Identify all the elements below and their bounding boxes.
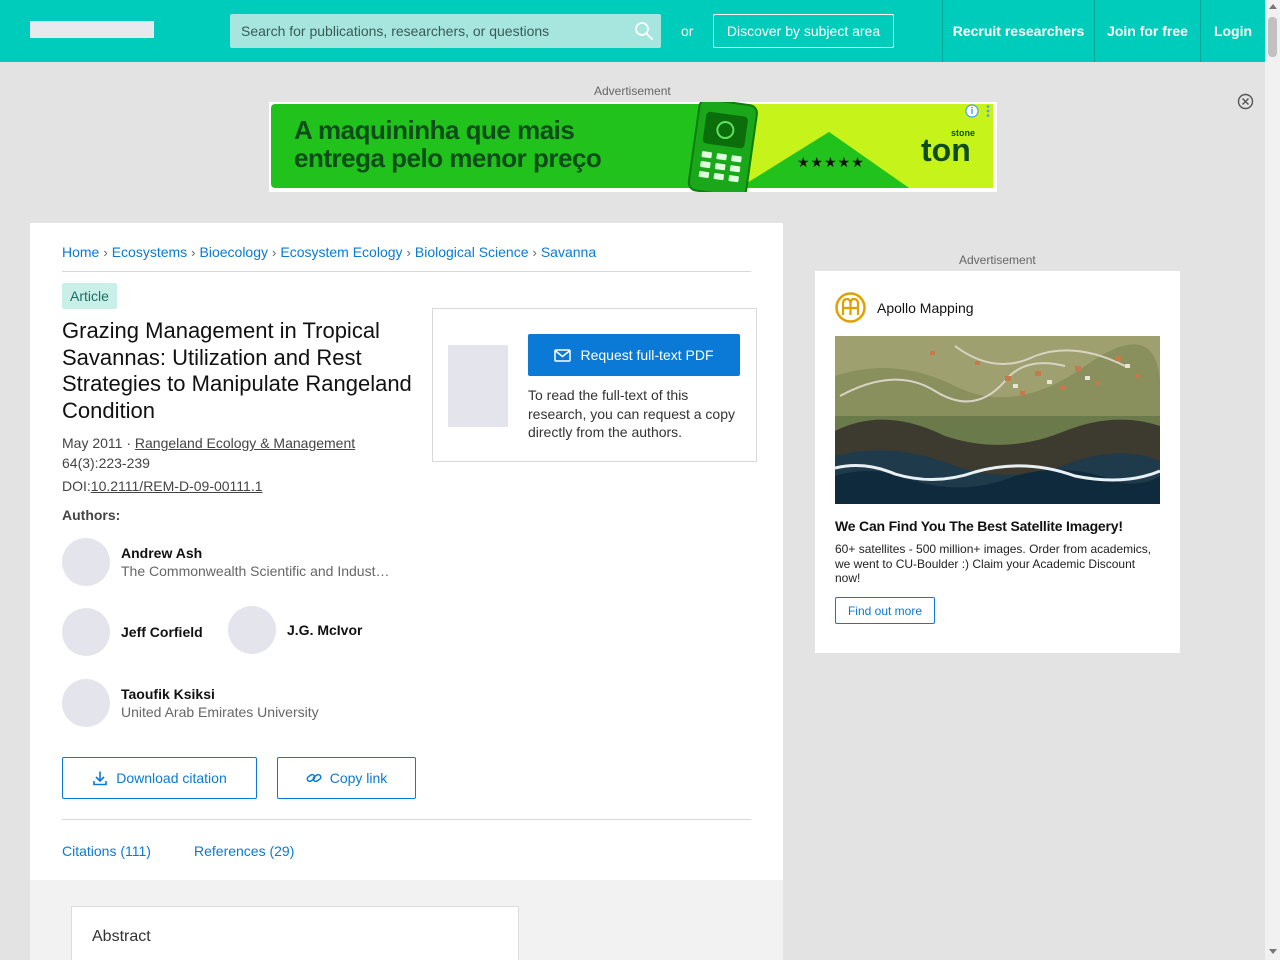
scroll-thumb[interactable] [1268,17,1277,57]
request-fulltext-label: Request full-text PDF [580,347,714,363]
publication-info: May 2011 · Rangeland Ecology & Managemen… [62,435,355,451]
top-navigation-bar: or Discover by subject area Recruit rese… [0,0,1265,62]
download-citation-label: Download citation [116,770,227,786]
breadcrumb-ecosystem-ecology[interactable]: Ecosystem Ecology [280,244,402,260]
close-ad-icon[interactable] [1237,93,1254,110]
article-title: Grazing Management in Tropical Savannas:… [62,318,412,423]
journal-link[interactable]: Rangeland Ecology & Management [135,435,355,451]
chevron-right-icon: › [532,244,537,260]
envelope-icon [554,348,572,362]
top-banner-ad[interactable]: A maquininha que mais entrega pelo menor… [269,102,997,192]
side-ad-label: Advertisement [959,253,1036,267]
publication-volume: 64(3):223-239 [62,455,150,471]
recruit-researchers-link[interactable]: Recruit researchers [942,0,1094,62]
scroll-down-arrow-icon[interactable] [1269,949,1277,954]
author-avatar[interactable] [228,606,276,654]
author-name[interactable]: Taoufik Ksiksi [121,686,215,702]
tab-citations[interactable]: Citations (111) [62,843,151,859]
chevron-right-icon: › [103,244,108,260]
login-link[interactable]: Login [1200,0,1265,62]
download-icon [93,771,108,786]
breadcrumb-ecosystems[interactable]: Ecosystems [112,244,187,260]
chevron-right-icon: › [191,244,196,260]
breadcrumb-divider [62,271,751,272]
abstract-heading: Abstract [92,928,151,945]
breadcrumb-bioecology[interactable]: Bioecology [200,244,269,260]
link-icon [306,773,322,783]
author-name[interactable]: J.G. McIvor [287,622,362,638]
banner-headline: A maquininha que mais entrega pelo menor… [294,115,602,173]
chevron-right-icon: › [406,244,411,260]
page-scrollbar[interactable] [1265,0,1280,960]
join-for-free-link[interactable]: Join for free [1094,0,1200,62]
satellite-photo-graphic [835,336,1160,504]
breadcrumb-biological-science[interactable]: Biological Science [415,244,529,260]
copy-link-button[interactable]: Copy link [277,757,416,799]
author-avatar[interactable] [62,538,110,586]
discover-subject-button[interactable]: Discover by subject area [713,14,894,48]
doi-link[interactable]: 10.2111/REM-D-09-00111.1 [91,478,263,494]
author-affiliation: The Commonwealth Scientific and Industri… [121,563,393,579]
author-name[interactable]: Andrew Ash [121,545,202,561]
satellite-image[interactable] [835,336,1160,504]
breadcrumb-home[interactable]: Home [62,244,99,260]
article-type-badge: Article [62,283,117,309]
tabs-divider [62,819,751,820]
search-box[interactable] [230,14,661,48]
search-icon[interactable] [634,21,654,41]
author-affiliation: United Arab Emirates University [121,704,319,720]
publication-date: May 2011 · [62,435,135,451]
apollo-mapping-logo-icon [835,292,866,323]
find-out-more-button[interactable]: Find out more [835,597,935,624]
author-avatar[interactable] [62,608,110,656]
chevron-right-icon: › [272,244,277,260]
or-separator: or [681,23,694,39]
fulltext-description: To read the full-text of this research, … [528,387,736,440]
request-fulltext-button[interactable]: Request full-text PDF [528,334,740,376]
banner-rating-stars: ★★★★★ [797,154,865,170]
tab-references[interactable]: References (29) [194,843,294,859]
ad-body-text: 60+ satellites - 500 million+ images. Or… [835,542,1152,585]
ad-headline[interactable]: We Can Find You The Best Satellite Image… [835,518,1123,534]
doi-line: DOI:10.2111/REM-D-09-00111.1 [62,478,263,494]
advertiser-name[interactable]: Apollo Mapping [877,300,974,316]
breadcrumb: Home › Ecosystems › Bioecology › Ecosyst… [62,243,596,261]
site-logo[interactable] [30,21,154,38]
authors-heading: Authors: [62,507,121,523]
search-input[interactable] [230,14,630,48]
scroll-up-arrow-icon[interactable] [1269,4,1277,9]
doi-prefix: DOI: [62,478,91,494]
author-name[interactable]: Jeff Corfield [121,624,203,640]
download-citation-button[interactable]: Download citation [62,757,257,799]
top-ad-label: Advertisement [594,84,671,98]
banner-brand-logo: ton [921,132,971,168]
document-thumbnail [448,345,508,427]
author-avatar[interactable] [62,679,110,727]
breadcrumb-savanna[interactable]: Savanna [541,244,596,260]
copy-link-label: Copy link [329,770,388,786]
